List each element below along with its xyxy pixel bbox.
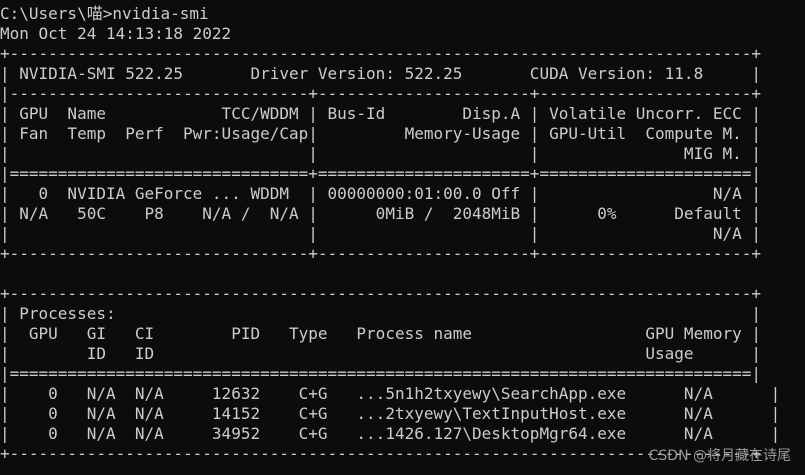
terminal-line: | 0 N/A N/A 12632 C+G ...5n1h2txyewy\Sea… <box>0 384 781 403</box>
terminal-line: | GPU Name TCC/WDDM | Bus-Id Disp.A | Vo… <box>0 104 761 123</box>
terminal-line: | GPU GI CI PID Type Process name GPU Me… <box>0 324 761 343</box>
terminal-line: | Fan Temp Perf Pwr:Usage/Cap| Memory-Us… <box>0 124 761 143</box>
terminal-line: +---------------------------------------… <box>0 284 761 303</box>
terminal-line: C:\Users\喵>nvidia-smi <box>0 4 209 23</box>
terminal-line: | 0 N/A N/A 14152 C+G ...2txyewy\TextInp… <box>0 404 781 423</box>
csdn-watermark: CSDN @将月藏在诗尾 <box>648 448 791 464</box>
terminal-window[interactable]: C:\Users\喵>nvidia-smi Mon Oct 24 14:13:18… <box>0 0 805 475</box>
terminal-line: Mon Oct 24 14:13:18 2022 <box>0 24 232 43</box>
terminal-line: | 0 NVIDIA GeForce ... WDDM | 00000000:0… <box>0 184 761 203</box>
terminal-line: | NVIDIA-SMI 522.25 Driver Version: 522.… <box>0 64 761 83</box>
terminal-line: | | | N/A | <box>0 224 761 243</box>
terminal-line: |=======================================… <box>0 364 761 383</box>
terminal-line: |===============================+=======… <box>0 164 761 183</box>
terminal-line: +---------------------------------------… <box>0 44 761 63</box>
terminal-line: | 0 N/A N/A 34952 C+G ...1426.127\Deskto… <box>0 424 781 443</box>
terminal-line: | Processes: | <box>0 304 761 323</box>
terminal-line: |-------------------------------+-------… <box>0 84 761 103</box>
terminal-line: +---------------------------------------… <box>0 444 761 463</box>
terminal-line: +-------------------------------+-------… <box>0 244 761 263</box>
terminal-line: | N/A 50C P8 N/A / N/A | 0MiB / 2048MiB … <box>0 204 761 223</box>
terminal-line: | ID ID Usage | <box>0 344 761 363</box>
terminal-line: | | | MIG M. | <box>0 144 761 163</box>
